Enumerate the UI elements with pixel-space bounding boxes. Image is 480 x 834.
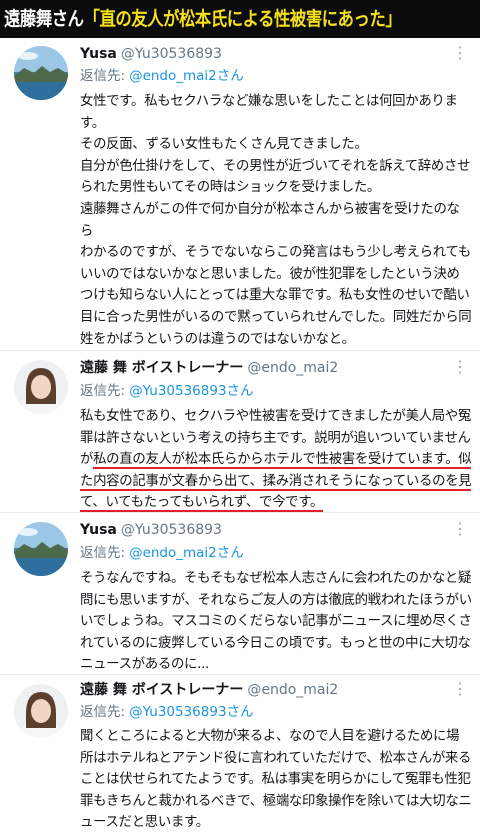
banner-name: 遠藤舞さん — [4, 8, 84, 30]
tweet-text: 聞くところによると大物が来るよ、なので人目を避けるために場所はホテルねとアテンド… — [80, 729, 472, 831]
tweet-header: 遠藤 舞 ボイストレーナー @endo_mai2 — [80, 358, 338, 378]
more-options-icon[interactable]: ⋮ — [452, 357, 468, 377]
tweet-header: 遠藤 舞 ボイストレーナー @endo_mai2 — [80, 680, 338, 700]
seaside-avatar-image — [14, 46, 68, 100]
reply-to: 返信先: @Yu30536893さん — [80, 702, 254, 722]
reply-to-link[interactable]: @endo_mai2さん — [129, 545, 244, 561]
author-handle[interactable]: @endo_mai2 — [247, 360, 338, 376]
author-handle[interactable]: @endo_mai2 — [247, 682, 338, 698]
reply-to-link[interactable]: @Yu30536893さん — [129, 383, 253, 399]
reply-label: 返信先: — [80, 704, 126, 720]
tweet-text: そうなんですね。そもそもなぜ松本人志さんに会われたのかなと疑問にも思いますが、そ… — [80, 571, 472, 673]
tweet-paragraph: 女性です。私もセクハラなど嫌な思いをしたことは何回かあります。 — [80, 94, 458, 131]
avatar-yusa[interactable] — [14, 522, 68, 576]
avatar-endo-mai[interactable] — [14, 360, 68, 414]
tweet-paragraph: 遠藤舞さんがこの件で何か自分が松本さんから被害を受けたのなら — [80, 201, 460, 239]
portrait-avatar-image — [14, 684, 68, 738]
title-banner: 遠藤舞さん「直の友人が松本氏による性被害にあった」 — [0, 0, 480, 38]
tweet-paragraph: 自分が色仕掛けをして、その男性が近づいてそれを訴えて辞めさせられた男性もいてその… — [80, 158, 471, 196]
reply-to: 返信先: @endo_mai2さん — [80, 543, 244, 563]
more-options-icon[interactable]: ⋮ — [452, 519, 468, 539]
seaside-avatar-image — [14, 522, 68, 576]
tweet[interactable]: 遠藤 舞 ボイストレーナー @endo_mai2 ⋮ 返信先: @Yu3053689… — [0, 674, 480, 830]
tweet-header: Yusa @Yu30536893 — [80, 520, 222, 540]
avatar-yusa[interactable] — [14, 46, 68, 100]
reply-label: 返信先: — [80, 68, 126, 84]
reply-label: 返信先: — [80, 545, 126, 561]
author-name[interactable]: Yusa — [80, 46, 117, 62]
author-name[interactable]: 遠藤 舞 ボイストレーナー — [80, 682, 243, 698]
tweet[interactable]: Yusa @Yu30536893 ⋮ 返信先: @endo_mai2さん 女性です。… — [0, 38, 480, 351]
tweet-paragraph: その反面、ずるい女性もたくさん見てきました。 — [80, 137, 368, 153]
banner-quote: 「直の友人が松本氏による性被害にあった」 — [83, 8, 402, 30]
author-name[interactable]: Yusa — [80, 522, 117, 538]
author-handle[interactable]: @Yu30536893 — [121, 522, 222, 538]
reply-label: 返信先: — [80, 383, 126, 399]
highlighted-claim: 私の直の友人が松本氏らからホテルで性被害を受けています。似た内容の記事が文春から… — [80, 452, 472, 513]
tweet[interactable]: 遠藤 舞 ボイストレーナー @endo_mai2 ⋮ 返信先: @Yu3053689… — [0, 350, 480, 513]
more-options-icon[interactable]: ⋮ — [452, 43, 468, 63]
author-handle[interactable]: @Yu30536893 — [121, 46, 222, 62]
tweet-paragraph: わかるのですが、そうでないならこの発言はもう少し考えられてもいいのではないかなと… — [80, 245, 472, 347]
author-name[interactable]: 遠藤 舞 ボイストレーナー — [80, 360, 243, 376]
avatar-endo-mai[interactable] — [14, 684, 68, 738]
reply-to: 返信先: @Yu30536893さん — [80, 381, 254, 401]
tweet[interactable]: Yusa @Yu30536893 ⋮ 返信先: @endo_mai2さん そうなんで… — [0, 512, 480, 675]
banner-headline: 遠藤舞さん「直の友人が松本氏による性被害にあった」 — [4, 4, 402, 34]
tweet-text: 女性です。私もセクハラなど嫌な思いをしたことは何回かあります。 その反面、ずるい… — [80, 91, 472, 350]
tweet-text: 私も女性であり、セクハラや性被害を受けてきましたが美人局や冤罪は許さないという考… — [80, 406, 472, 514]
reply-to-link[interactable]: @Yu30536893さん — [129, 704, 253, 720]
tweet-header: Yusa @Yu30536893 — [80, 44, 222, 64]
more-options-icon[interactable]: ⋮ — [452, 679, 468, 699]
reply-to: 返信先: @endo_mai2さん — [80, 66, 244, 86]
reply-to-link[interactable]: @endo_mai2さん — [129, 68, 244, 84]
portrait-avatar-image — [14, 360, 68, 414]
